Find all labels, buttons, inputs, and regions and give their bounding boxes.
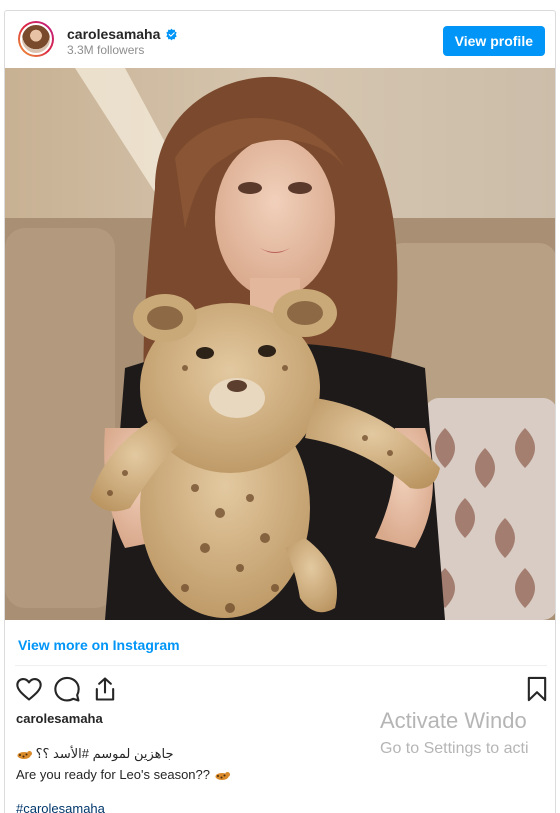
divider [15,665,547,666]
post-photo-image [5,68,555,620]
heart-icon[interactable] [15,675,43,703]
view-more-on-instagram-link[interactable]: View more on Instagram [18,637,180,653]
bookmark-icon[interactable] [523,675,551,703]
windows-activation-subtitle: Go to Settings to acti [380,740,529,757]
username-link[interactable]: carolesamaha [67,26,178,42]
caption-arabic-text: جاهزين لموسم #الأسد ؟؟ [35,746,174,761]
comment-icon[interactable] [53,675,81,703]
post-photo[interactable] [5,68,555,620]
caption-english-text: Are you ready for Leo's season?? [16,767,210,782]
username-text[interactable]: carolesamaha [67,26,160,42]
lion-cub-emoji-icon [17,750,32,759]
view-profile-button[interactable]: View profile [442,26,545,56]
verified-badge-icon [166,28,178,40]
lion-cub-emoji-icon [215,771,230,780]
windows-activation-title: Activate Windo [380,708,527,733]
followers-count: 3.3M followers [67,43,145,57]
post-header: carolesamaha 3.3M followers View profile [5,11,555,68]
caption-arabic-line: جاهزين لموسم #الأسد ؟؟ [16,746,174,762]
action-bar [5,675,555,705]
hashtag-link[interactable]: #carolesamaha [16,801,105,813]
instagram-embed-card: carolesamaha 3.3M followers View profile [4,10,556,813]
avatar[interactable] [18,21,54,57]
caption-username[interactable]: carolesamaha [16,711,103,726]
share-icon[interactable] [91,675,119,703]
caption-english-line: Are you ready for Leo's season?? [16,767,230,782]
